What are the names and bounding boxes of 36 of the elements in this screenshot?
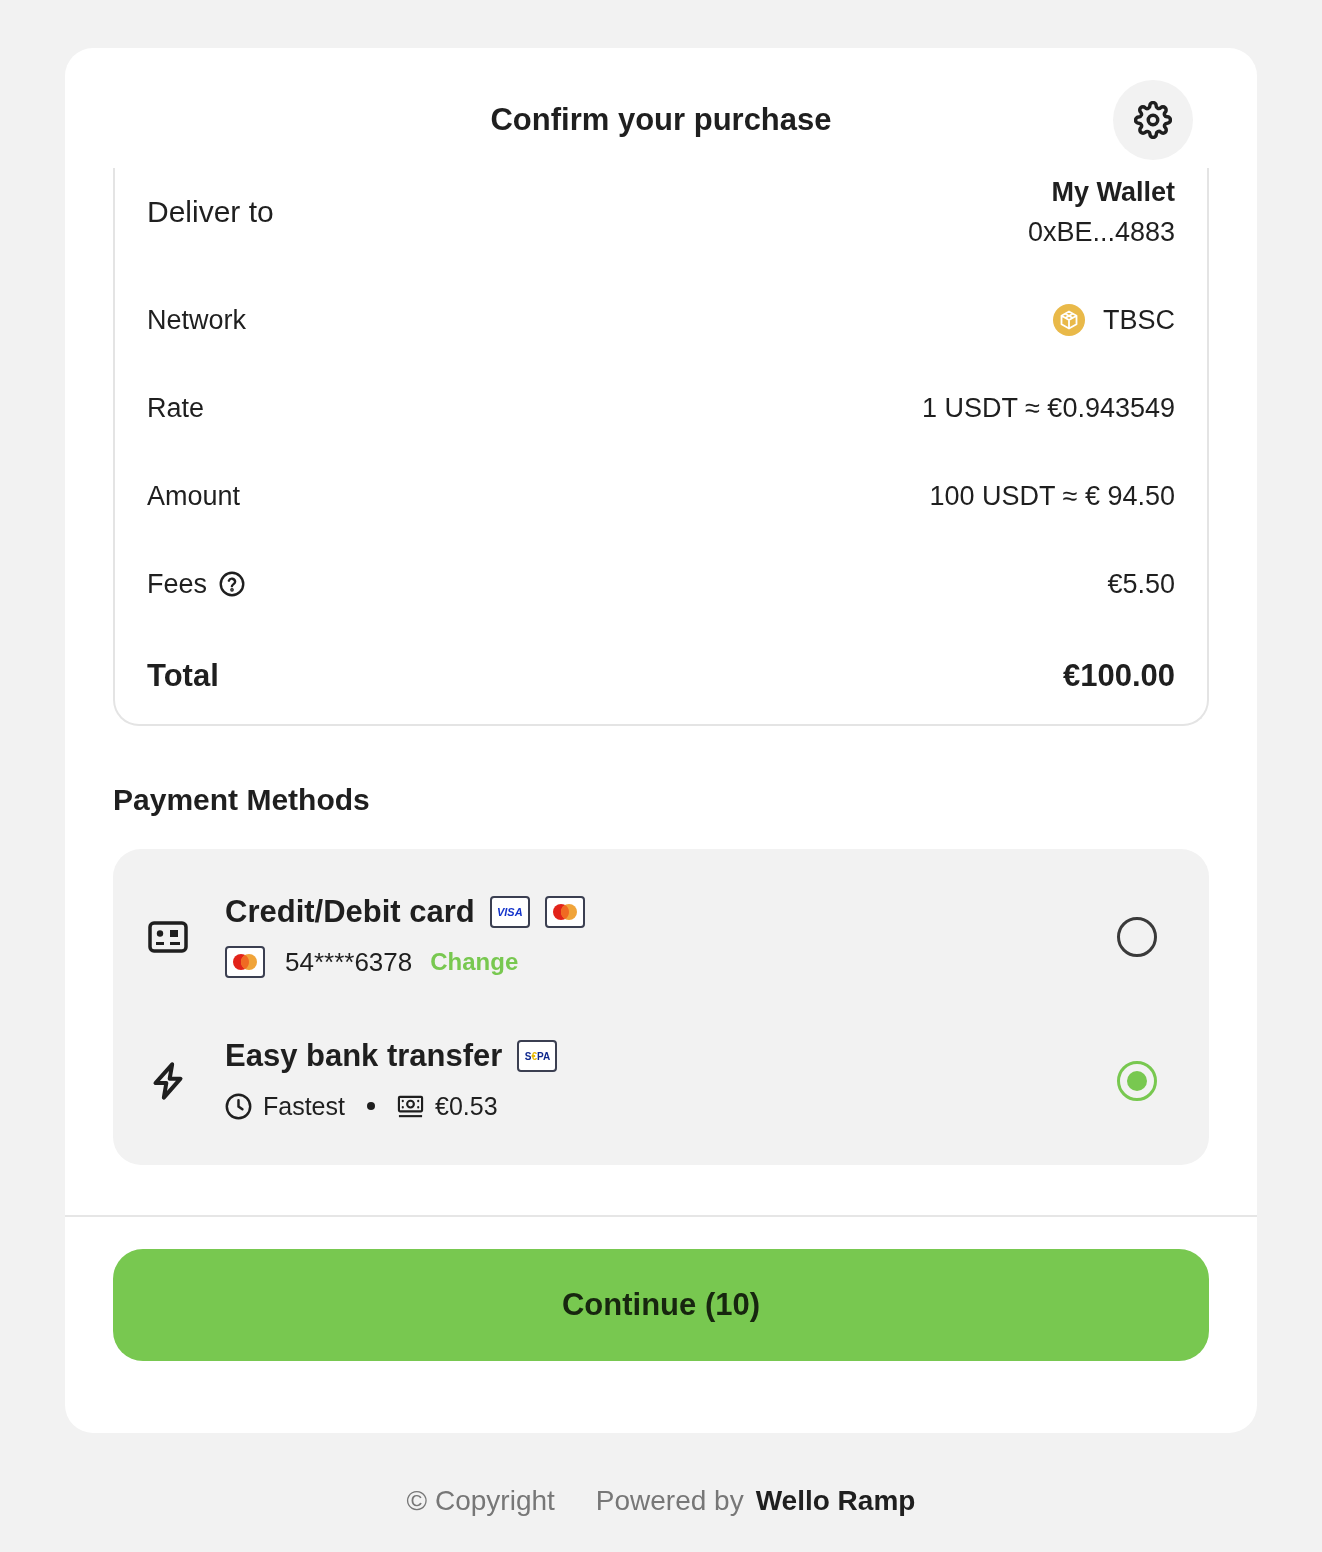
continue-button[interactable]: Continue (10)	[113, 1249, 1209, 1361]
separator-dot-icon	[367, 1102, 375, 1110]
settings-icon	[1134, 101, 1172, 139]
card-number: 54****6378	[285, 946, 413, 979]
row-value: 100 USDT ≈ € 94.50	[929, 480, 1175, 513]
method-name: Credit/Debit card	[225, 893, 475, 931]
row-label: Amount	[147, 480, 241, 513]
row-label: Rate	[147, 392, 205, 425]
page-title: Confirm your purchase	[490, 101, 832, 139]
wallet-address: 0xBE...4883	[1027, 216, 1175, 249]
method-name: Easy bank transfer	[225, 1037, 503, 1075]
sepa-logo: S€PA	[517, 1040, 558, 1072]
row-label: Network	[147, 304, 247, 337]
card-logo-icon	[544, 896, 585, 928]
coin-icon	[1053, 304, 1085, 336]
copyright-text: © Copyright	[406, 1484, 555, 1518]
card-logo-icon	[225, 946, 265, 978]
detail-text: Fastest	[263, 1091, 345, 1122]
section-title: Payment Methods	[113, 782, 370, 818]
radio-button[interactable]	[1117, 917, 1157, 957]
row-value: €100.00	[1062, 658, 1175, 694]
id-card-icon	[148, 921, 188, 953]
row-label: Fees	[147, 568, 208, 601]
wallet-name: My Wallet	[1051, 176, 1175, 209]
powered-by-text: Powered by	[595, 1484, 744, 1518]
detail-text: €0.53	[435, 1091, 498, 1122]
visa-logo: VISA	[489, 896, 530, 928]
row-value: TBSC	[1103, 304, 1175, 337]
row-value: 1 USDT ≈ €0.943549	[922, 392, 1175, 425]
row-label: Total	[147, 658, 219, 694]
brand-name: Wello Ramp	[755, 1484, 916, 1518]
radio-button[interactable]	[1117, 1061, 1157, 1101]
clock-icon	[225, 1092, 252, 1120]
help-icon[interactable]	[219, 571, 246, 597]
row-value: €5.50	[1107, 568, 1175, 601]
row-label: Deliver to	[147, 194, 274, 230]
